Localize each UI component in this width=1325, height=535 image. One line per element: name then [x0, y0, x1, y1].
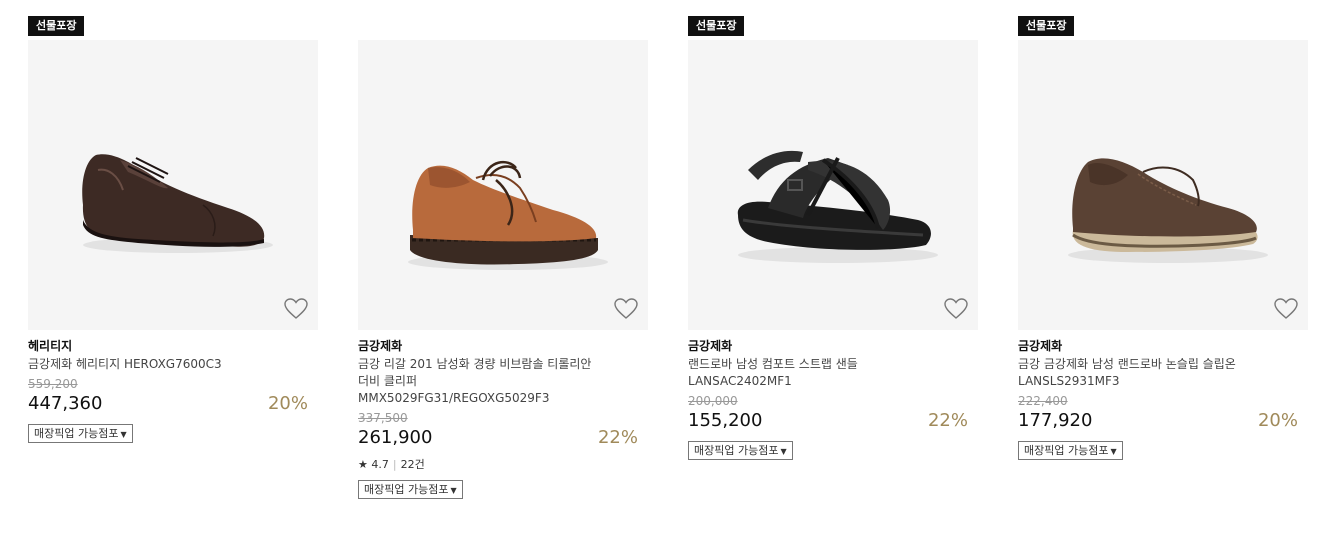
brand-name: 금강제화	[688, 339, 733, 353]
product-info: 금강제화 금강 리갈 201 남성화 경량 비브람솔 티롤리안 더비 클리퍼 M…	[358, 337, 648, 499]
heart-outline-icon[interactable]	[284, 298, 308, 320]
discount-rate: 22%	[597, 427, 638, 448]
product-name-line: LANSAC2402MF1	[688, 374, 792, 388]
price-row: 447,360 20%	[28, 392, 318, 416]
product-name[interactable]: 랜드로바 남성 컴포트 스트랩 샌들 LANSAC2402MF1	[688, 356, 978, 390]
gift-wrap-badge: 선물포장	[688, 16, 745, 36]
product-info: 금강제화 금강 금강제화 남성 랜드로바 논슬립 슬립온 LANSLS2931M…	[1018, 337, 1308, 460]
brand-name: 헤리티지	[28, 339, 73, 353]
pickup-label: 매장픽업 가능점포	[364, 483, 449, 496]
product-name[interactable]: 금강 금강제화 남성 랜드로바 논슬립 슬립온 LANSLS2931MF3	[1018, 356, 1308, 390]
product-info: 헤리티지 금강제화 헤리티지 HEROXG7600C3 559,200 447,…	[28, 337, 318, 443]
heart-outline-icon[interactable]	[944, 298, 968, 320]
store-pickup-dropdown[interactable]: 매장픽업 가능점포 ▼	[688, 441, 793, 460]
product-name-line: 금강 금강제화 남성 랜드로바 논슬립 슬립온	[1018, 357, 1236, 371]
sale-price: 447,360	[28, 393, 103, 414]
sale-price: 155,200	[688, 410, 763, 431]
price-row: 155,200 22%	[688, 409, 978, 433]
store-pickup-dropdown[interactable]: 매장픽업 가능점포 ▼	[358, 480, 463, 499]
original-price: 222,400	[1018, 394, 1068, 408]
sandal-image	[737, 150, 938, 263]
product-name-line: 랜드로바 남성 컴포트 스트랩 샌들	[688, 357, 858, 371]
original-price: 337,500	[358, 411, 408, 425]
pickup-label: 매장픽업 가능점포	[694, 444, 779, 457]
original-price: 559,200	[28, 377, 78, 391]
heart-outline-icon[interactable]	[614, 298, 638, 320]
product-name[interactable]: 금강제화 헤리티지 HEROXG7600C3	[28, 356, 318, 373]
rating-summary[interactable]: ★ 4.7 | 22건	[358, 458, 648, 472]
oxford-shoe-image	[82, 154, 273, 253]
product-image[interactable]	[358, 40, 648, 330]
discount-rate: 22%	[927, 410, 968, 431]
gift-wrap-badge: 선물포장	[1018, 16, 1075, 36]
gift-wrap-badge: 선물포장	[28, 16, 85, 36]
product-name-line: 금강제화 헤리티지 HEROXG7600C3	[28, 357, 222, 371]
store-pickup-dropdown[interactable]: 매장픽업 가능점포 ▼	[28, 424, 133, 443]
caret-down-icon: ▼	[120, 430, 127, 439]
heart-outline-icon[interactable]	[1274, 298, 1298, 320]
product-image[interactable]	[688, 40, 978, 330]
brand-name: 금강제화	[358, 339, 403, 353]
rating-score: 4.7	[371, 458, 389, 471]
product-name[interactable]: 금강 리갈 201 남성화 경량 비브람솔 티롤리안 더비 클리퍼 MMX502…	[358, 356, 648, 407]
sale-price: 261,900	[358, 427, 433, 448]
divider: |	[392, 458, 397, 471]
product-image[interactable]	[28, 40, 318, 330]
product-image[interactable]	[1018, 40, 1308, 330]
star-icon: ★	[358, 458, 368, 471]
price-row: 177,920 20%	[1018, 409, 1308, 433]
caret-down-icon: ▼	[1110, 447, 1117, 456]
caret-down-icon: ▼	[780, 447, 787, 456]
price-row: 261,900 22%	[358, 426, 648, 450]
product-name-line: LANSLS2931MF3	[1018, 374, 1120, 388]
caret-down-icon: ▼	[450, 486, 457, 495]
pickup-label: 매장픽업 가능점포	[34, 427, 119, 440]
product-info: 금강제화 랜드로바 남성 컴포트 스트랩 샌들 LANSAC2402MF1 20…	[688, 337, 978, 460]
original-price: 200,000	[688, 394, 738, 408]
product-name-line: 금강 리갈 201 남성화 경량 비브람솔 티롤리안	[358, 357, 592, 371]
review-count: 22건	[400, 458, 425, 471]
derby-shoe-image	[408, 160, 608, 270]
slip-on-shoe-image	[1068, 158, 1268, 263]
pickup-label: 매장픽업 가능점포	[1024, 444, 1109, 457]
product-name-line: 더비 클리퍼	[358, 374, 418, 388]
product-name-line: MMX5029FG31/REGOXG5029F3	[358, 391, 550, 405]
discount-rate: 20%	[267, 393, 308, 414]
store-pickup-dropdown[interactable]: 매장픽업 가능점포 ▼	[1018, 441, 1123, 460]
brand-name: 금강제화	[1018, 339, 1063, 353]
discount-rate: 20%	[1257, 410, 1298, 431]
sale-price: 177,920	[1018, 410, 1093, 431]
